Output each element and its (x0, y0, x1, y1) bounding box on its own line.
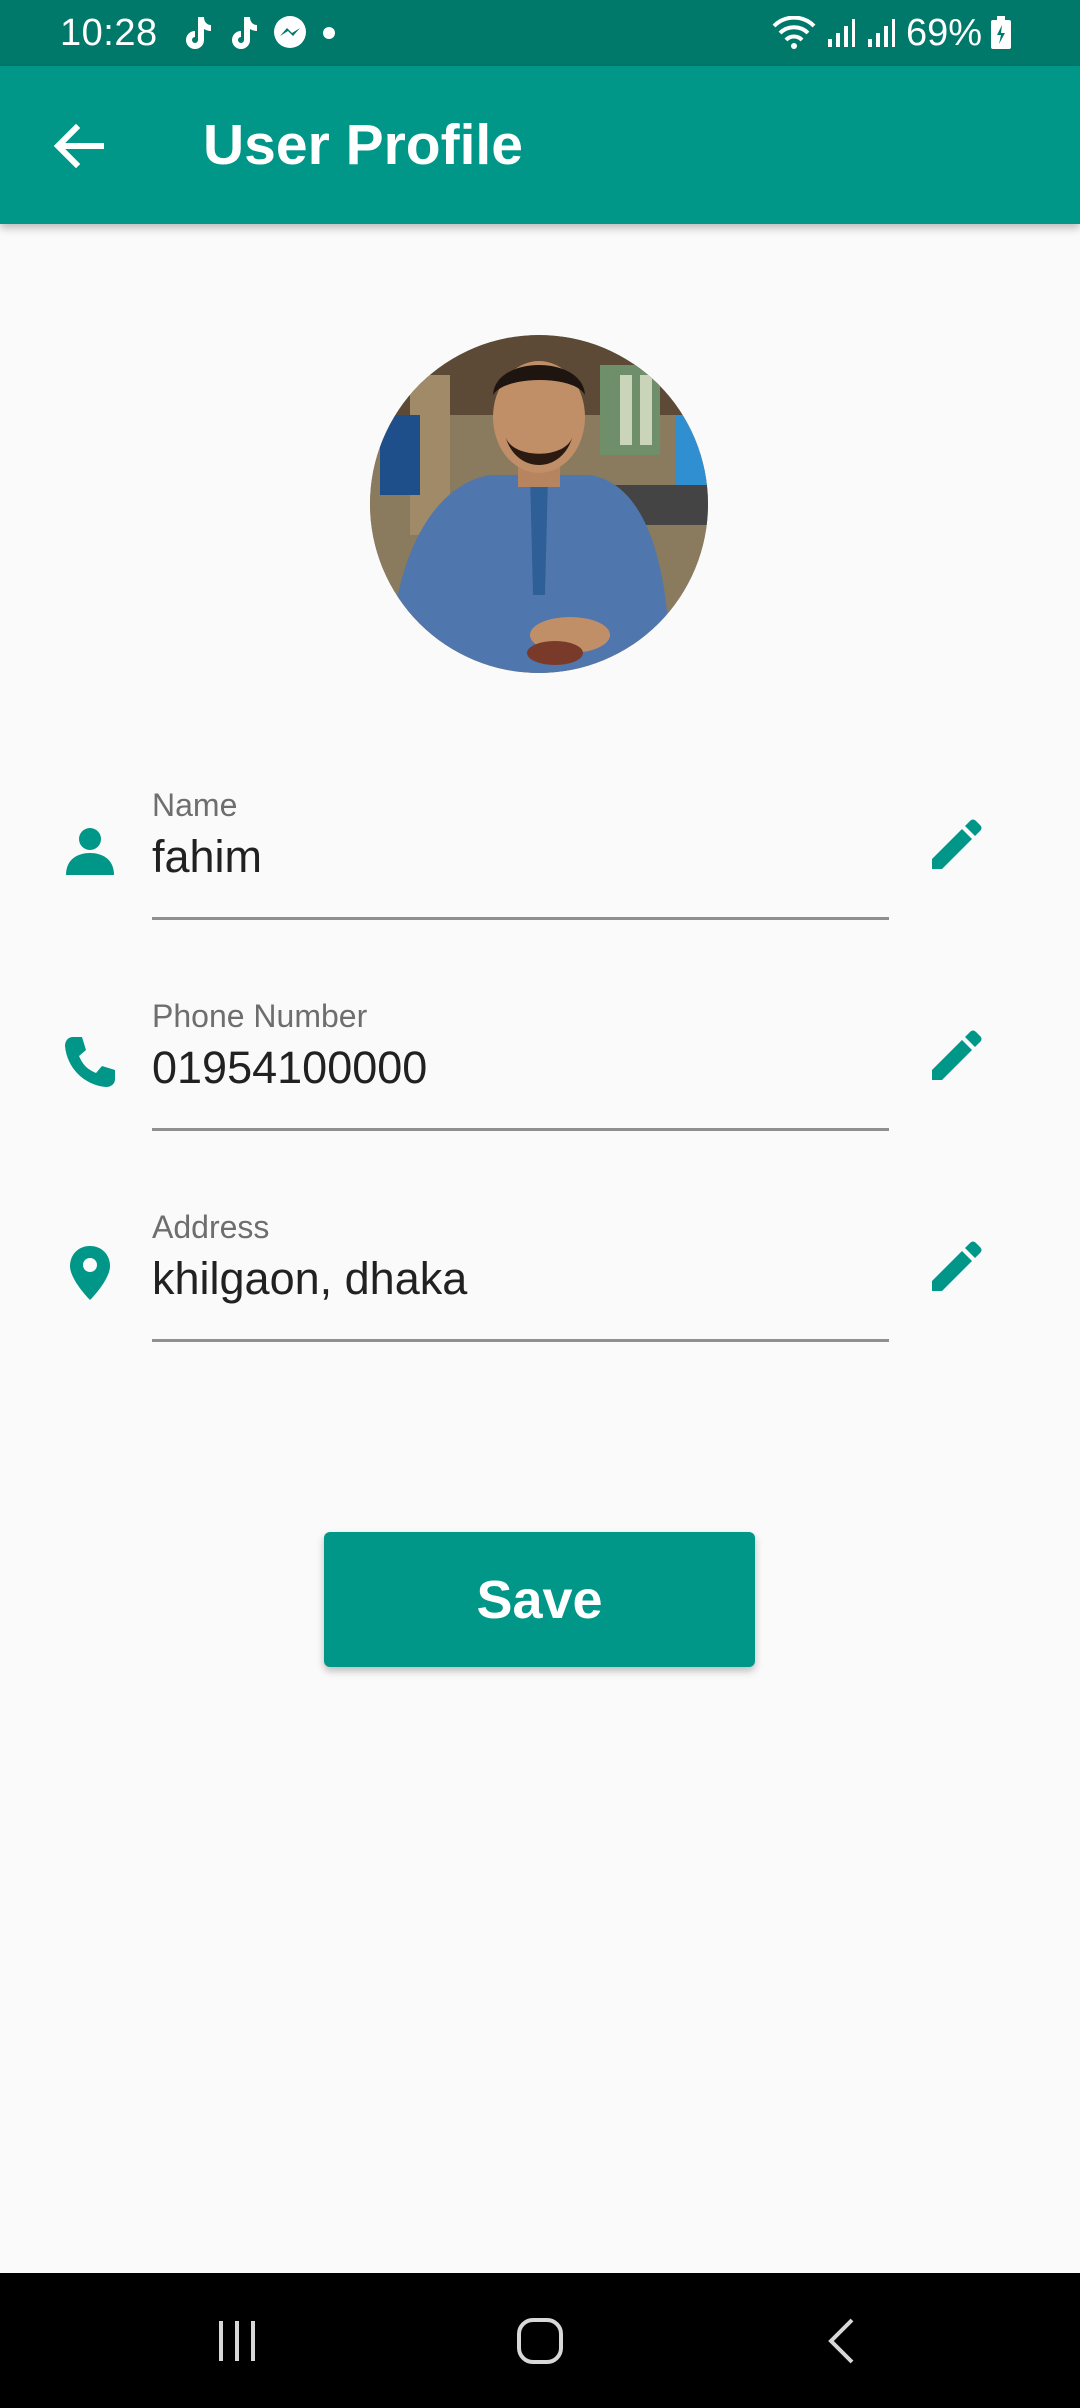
screen: 10:28 69% User Profile Name fahim Phone … (0, 0, 1080, 2408)
field-underline (152, 1339, 889, 1342)
tiktok-icon (226, 15, 258, 51)
pencil-icon (932, 1030, 982, 1080)
edit-name-button[interactable] (918, 807, 994, 883)
recent-apps-icon (219, 2321, 255, 2361)
battery-icon (990, 16, 1012, 50)
name-field-row: Name (0, 785, 1080, 935)
pencil-icon (932, 819, 982, 869)
tiktok-icon (180, 15, 212, 51)
person-icon (58, 819, 122, 883)
back-button[interactable] (38, 106, 118, 186)
status-left: 10:28 (60, 12, 350, 55)
wifi-icon (772, 16, 816, 50)
phone-input[interactable] (152, 1040, 872, 1096)
edit-phone-button[interactable] (918, 1018, 994, 1094)
battery-percent: 69% (905, 11, 982, 54)
field-label: Address (152, 1209, 270, 1245)
page-title: User Profile (203, 113, 523, 177)
address-field-row: Address (0, 1207, 1080, 1357)
pencil-icon (932, 1241, 982, 1291)
recent-apps-button[interactable] (192, 2303, 282, 2379)
name-input[interactable] (152, 829, 872, 885)
phone-field-row: Phone Number (0, 996, 1080, 1146)
field-label: Name (152, 787, 238, 823)
arrow-back-icon (53, 123, 104, 169)
phone-icon (58, 1030, 122, 1094)
field-label: Phone Number (152, 998, 368, 1034)
avatar[interactable] (370, 335, 708, 673)
home-button[interactable] (495, 2303, 585, 2379)
edit-address-button[interactable] (918, 1229, 994, 1305)
dot-icon (322, 26, 336, 40)
signal-icon (826, 17, 856, 49)
home-icon (517, 2318, 563, 2364)
save-button[interactable]: Save (324, 1532, 755, 1667)
app-bar: User Profile (0, 66, 1080, 224)
user-photo (370, 335, 708, 673)
field-underline (152, 917, 889, 920)
address-input[interactable] (152, 1251, 872, 1307)
back-icon (828, 2318, 854, 2364)
nav-bar (0, 2273, 1080, 2408)
field-underline (152, 1128, 889, 1131)
status-right: 69% (772, 12, 1022, 55)
signal-icon (866, 17, 896, 49)
status-time: 10:28 (60, 11, 158, 54)
location-pin-icon (58, 1241, 122, 1305)
nav-back-button[interactable] (796, 2303, 886, 2379)
messenger-icon (272, 15, 308, 51)
status-bar: 10:28 69% (0, 0, 1080, 66)
